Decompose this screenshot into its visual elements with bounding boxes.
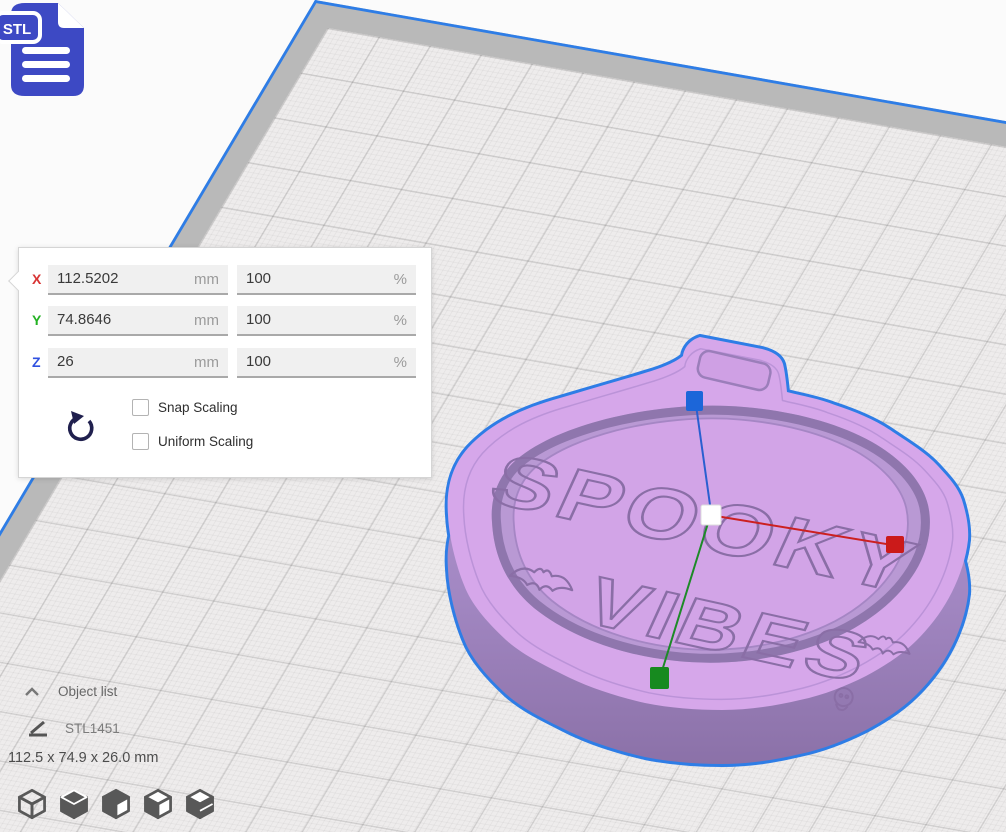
- scale-row-x: X mm %: [19, 265, 431, 295]
- object-list-title: Object list: [58, 684, 117, 699]
- snap-scaling-checkbox[interactable]: [132, 399, 149, 416]
- object-list-item[interactable]: STL1451: [28, 718, 120, 738]
- y-percent-unit: %: [394, 312, 407, 329]
- x-axis-label: X: [32, 271, 41, 287]
- view-front-icon: [59, 788, 89, 820]
- view-front-button[interactable]: [58, 788, 90, 822]
- scale-row-z: Z mm %: [19, 348, 431, 378]
- scale-row-y: Y mm %: [19, 306, 431, 336]
- object-list-item-name: STL1451: [65, 721, 120, 736]
- view-3d-icon: [17, 788, 47, 820]
- x-percent-input[interactable]: [237, 265, 416, 293]
- snap-scaling-label: Snap Scaling: [158, 400, 238, 415]
- y-size-unit: mm: [194, 312, 219, 329]
- z-percent-unit: %: [394, 354, 407, 371]
- y-axis-label: Y: [32, 312, 41, 328]
- view-right-icon: [185, 788, 215, 820]
- stl-badge-label: STL: [3, 21, 31, 38]
- reset-icon: [65, 408, 99, 446]
- snap-scaling-option[interactable]: Snap Scaling: [132, 398, 238, 416]
- z-percent-input[interactable]: [237, 348, 416, 376]
- model-dimensions-readout: 112.5 x 74.9 x 26.0 mm: [8, 750, 158, 766]
- uniform-scaling-label: Uniform Scaling: [158, 434, 253, 449]
- chevron-up-icon: [24, 686, 40, 698]
- viewport: SPOOKY VIBES: [0, 0, 1006, 832]
- z-size-field: mm: [48, 348, 228, 378]
- z-axis-label: Z: [32, 354, 41, 370]
- view-top-button[interactable]: [100, 788, 132, 822]
- stl-file-icon: STL: [0, 0, 96, 100]
- uniform-scaling-option[interactable]: Uniform Scaling: [132, 432, 253, 450]
- y-percent-input[interactable]: [237, 306, 416, 334]
- x-percent-unit: %: [394, 271, 407, 288]
- view-left-icon: [143, 788, 173, 820]
- object-on-plate-icon: [28, 718, 50, 738]
- y-size-field: mm: [48, 306, 228, 336]
- view-top-icon: [101, 788, 131, 820]
- uniform-scaling-checkbox[interactable]: [132, 433, 149, 450]
- scale-handle-z[interactable]: [686, 391, 703, 411]
- view-right-button[interactable]: [184, 788, 216, 822]
- scale-handle-center[interactable]: [701, 505, 721, 525]
- scale-tool-panel: X mm % Y mm % Z mm: [18, 247, 432, 478]
- x-size-field: mm: [48, 265, 228, 295]
- z-percent-field: %: [237, 348, 416, 378]
- camera-view-toolbar: [16, 788, 216, 822]
- scale-handle-y[interactable]: [650, 667, 669, 689]
- y-percent-field: %: [237, 306, 416, 336]
- z-size-unit: mm: [194, 354, 219, 371]
- view-left-button[interactable]: [142, 788, 174, 822]
- scale-handle-x[interactable]: [886, 536, 904, 553]
- view-3d-button[interactable]: [16, 788, 48, 822]
- x-size-unit: mm: [194, 271, 219, 288]
- object-list-header[interactable]: Object list: [24, 684, 117, 699]
- reset-scale-button[interactable]: [65, 408, 99, 446]
- x-percent-field: %: [237, 265, 416, 295]
- folded-corner: [58, 3, 84, 28]
